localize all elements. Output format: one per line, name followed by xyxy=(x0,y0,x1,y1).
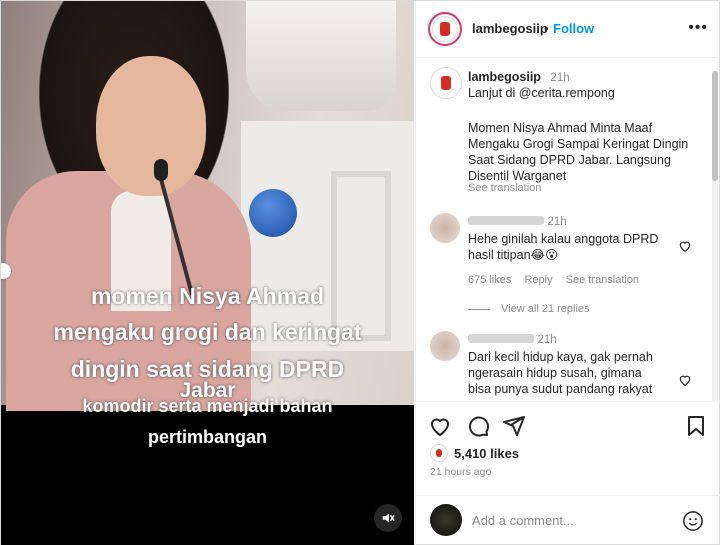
comments-panel[interactable]: lambegosiip 21h Lanjut di @cerita.rempon… xyxy=(416,59,720,401)
blurred-username xyxy=(468,216,544,225)
comment-meta: 675 likes Reply See translation xyxy=(468,272,639,288)
replies-divider xyxy=(468,308,490,310)
caption-username[interactable]: lambegosiip xyxy=(468,70,541,84)
video-player[interactable]: momen Nisya Ahmad mengaku grogi dan keri… xyxy=(1,1,414,545)
like-comment-icon[interactable] xyxy=(678,239,692,253)
follow-button[interactable]: Follow xyxy=(553,21,594,36)
globe-ornament xyxy=(249,189,297,237)
comment-text: Hehe ginilah kalau anggota DPRD hasil ti… xyxy=(468,232,659,262)
video-caption-line: mengaku grogi dan keringat xyxy=(53,319,362,345)
caption-time: 21h xyxy=(550,72,570,84)
post-sidebar: lambegosiip • Follow ••• lambegosiip 21h… xyxy=(415,1,720,545)
share-icon[interactable] xyxy=(502,414,526,438)
background-frame xyxy=(331,171,391,341)
comment-likes[interactable]: 675 likes xyxy=(468,274,511,286)
post-timestamp[interactable]: 21 hours ago xyxy=(430,466,491,478)
view-replies-row[interactable]: View all 21 replies xyxy=(468,301,590,317)
post-dialog: momen Nisya Ahmad mengaku grogi dan keri… xyxy=(0,0,720,545)
brand-logo-icon xyxy=(436,449,442,457)
like-comment-icon[interactable] xyxy=(678,373,692,387)
background-curtain xyxy=(246,1,396,111)
video-caption-line: momen Nisya Ahmad xyxy=(90,283,325,309)
likes-count[interactable]: 5,410 likes xyxy=(454,446,519,461)
brand-logo-icon xyxy=(440,22,450,36)
add-comment-bar: Add a comment... xyxy=(416,495,720,545)
like-icon[interactable] xyxy=(428,414,452,438)
video-caption-line: pertimbangan xyxy=(147,427,267,447)
brand-logo-icon xyxy=(441,76,451,90)
author-avatar[interactable] xyxy=(428,12,462,46)
commenter-avatar[interactable] xyxy=(430,213,460,243)
caption-see-translation[interactable]: See translation xyxy=(468,180,541,196)
scrollbar-thumb[interactable] xyxy=(712,71,718,181)
caption-author-avatar[interactable] xyxy=(430,67,462,99)
save-icon[interactable] xyxy=(684,414,708,438)
emoji-icon[interactable] xyxy=(682,510,704,532)
reply-button[interactable]: Reply xyxy=(524,274,552,286)
comment-see-translation[interactable]: See translation xyxy=(566,274,639,286)
post-header: lambegosiip • Follow ••• xyxy=(416,1,720,58)
separator-dot: • xyxy=(544,21,549,36)
add-comment-input[interactable]: Add a comment... xyxy=(472,513,574,528)
comment-header: 21h xyxy=(468,331,557,348)
comment-time: 21h xyxy=(547,216,567,228)
mute-button[interactable] xyxy=(374,504,402,532)
comment-header: 21h xyxy=(468,213,567,230)
author-username[interactable]: lambegosiip xyxy=(472,21,548,36)
post-actions: 5,410 likes 21 hours ago xyxy=(416,401,720,501)
liker-avatar[interactable] xyxy=(430,444,448,462)
video-caption-line: Jabar xyxy=(179,379,236,402)
caption-mention-line: Lanjut di @cerita.rempong xyxy=(468,86,615,100)
microphone xyxy=(154,159,168,181)
speaker-muted-icon xyxy=(382,513,395,523)
commenter-avatar[interactable] xyxy=(430,331,460,361)
view-replies-button[interactable]: View all 21 replies xyxy=(501,303,589,315)
more-options-icon[interactable]: ••• xyxy=(688,19,708,37)
caption-header: lambegosiip 21h xyxy=(468,69,570,86)
comment-text: Dari kecil hidup kaya, gak pernah ngeras… xyxy=(468,350,653,396)
comment-time: 21h xyxy=(537,334,557,346)
blurred-username xyxy=(468,334,534,343)
comment-icon[interactable] xyxy=(466,414,490,438)
caption-text: Momen Nisya Ahmad Minta Maaf Mengaku Gro… xyxy=(468,121,689,183)
speaker-face xyxy=(96,56,206,196)
viewer-avatar xyxy=(430,504,462,536)
